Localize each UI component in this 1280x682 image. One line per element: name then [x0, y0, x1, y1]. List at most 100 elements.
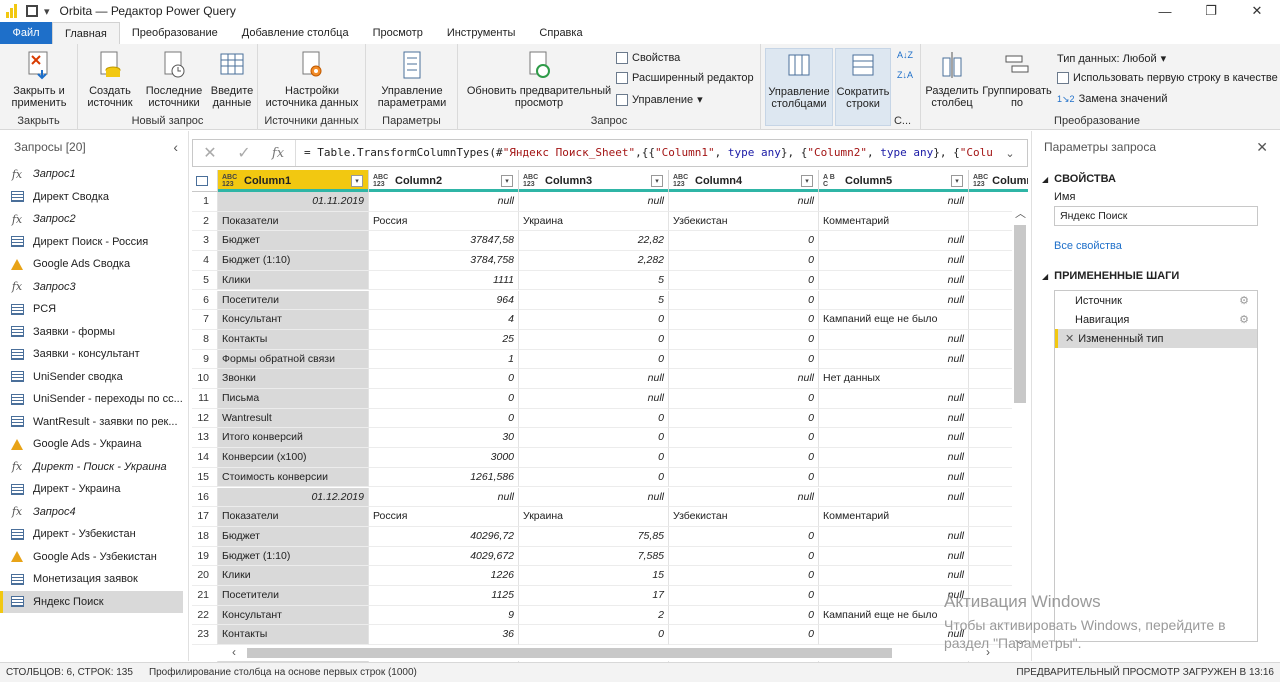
- column-type-icon[interactable]: A B C: [823, 174, 841, 188]
- table-cell[interactable]: 0: [519, 467, 669, 488]
- table-cell[interactable]: 0: [519, 310, 669, 330]
- tab-view[interactable]: Просмотр: [361, 22, 435, 44]
- query-name-input[interactable]: Яндекс Поиск: [1054, 206, 1258, 226]
- data-type-dropdown[interactable]: Тип данных: Любой ▾: [1057, 52, 1166, 66]
- column-type-icon[interactable]: ABC 123: [373, 174, 391, 188]
- table-cell[interactable]: 9: [369, 605, 519, 626]
- confirm-formula-icon[interactable]: ✓: [227, 143, 261, 163]
- sort-buttons[interactable]: A↓Z Z↓A: [897, 50, 913, 80]
- applied-step[interactable]: Источник ⚙: [1055, 291, 1257, 310]
- applied-step[interactable]: ✕ Измененный тип: [1055, 329, 1257, 348]
- table-cell[interactable]: 0: [519, 329, 669, 350]
- applied-steps-section[interactable]: ◢ ПРИМЕНЕННЫЕ ШАГИ: [1042, 270, 1280, 282]
- table-cell[interactable]: 4: [369, 310, 519, 330]
- table-cell[interactable]: Контакты: [218, 329, 369, 350]
- gear-icon[interactable]: ⚙: [1239, 294, 1249, 307]
- table-cell[interactable]: Клики: [218, 566, 369, 586]
- table-cell[interactable]: null: [819, 408, 969, 429]
- table-cell[interactable]: 964: [369, 290, 519, 311]
- fx-icon[interactable]: fx: [261, 146, 295, 161]
- table-cell[interactable]: 0: [669, 408, 819, 429]
- minimize-button[interactable]: —: [1142, 0, 1188, 22]
- table-cell[interactable]: Украина: [519, 211, 669, 232]
- column-type-icon[interactable]: ABC 123: [973, 174, 988, 188]
- table-cell[interactable]: null: [819, 487, 969, 508]
- table-cell[interactable]: null: [669, 369, 819, 389]
- table-cell[interactable]: 36: [369, 625, 519, 646]
- table-cell[interactable]: 0: [669, 546, 819, 567]
- table-cell[interactable]: Показатели: [218, 211, 369, 232]
- table-cell[interactable]: 17: [519, 586, 669, 606]
- table-cell[interactable]: null: [519, 192, 669, 212]
- query-item[interactable]: Директ Поиск - Россия: [0, 231, 188, 254]
- vertical-scrollbar[interactable]: ︿ ﹀: [1012, 205, 1028, 653]
- applied-step[interactable]: Навигация ⚙: [1055, 310, 1257, 329]
- close-apply-button[interactable]: Закрыть и применить: [4, 48, 74, 109]
- cancel-formula-icon[interactable]: ✕: [193, 143, 227, 163]
- table-cell[interactable]: Стоимость конверсии: [218, 467, 369, 488]
- table-cell[interactable]: 0: [669, 605, 819, 626]
- table-cell[interactable]: Формы обратной связи: [218, 349, 369, 370]
- query-item[interactable]: UniSender - переходы по сс...: [0, 388, 188, 411]
- table-cell[interactable]: Бюджет: [218, 526, 369, 547]
- table-cell[interactable]: null: [819, 546, 969, 567]
- query-item[interactable]: Монетизация заявок: [0, 568, 188, 591]
- table-menu-icon[interactable]: [192, 170, 218, 192]
- scroll-left-icon[interactable]: ‹: [232, 645, 236, 659]
- query-item[interactable]: fx Директ - Поиск - Украина: [0, 456, 188, 479]
- enter-data-button[interactable]: Введите данные: [210, 48, 254, 109]
- table-cell[interactable]: null: [819, 467, 969, 488]
- table-cell[interactable]: Клики: [218, 270, 369, 291]
- table-cell[interactable]: null: [819, 448, 969, 468]
- table-cell[interactable]: Россия: [369, 507, 519, 527]
- replace-values-button[interactable]: 1↘2 Замена значений: [1057, 93, 1167, 105]
- gear-icon[interactable]: ⚙: [1239, 313, 1249, 326]
- vertical-scroll-thumb[interactable]: [1014, 225, 1026, 403]
- query-item[interactable]: fx Запрос1: [0, 163, 188, 186]
- new-source-button[interactable]: Создать источник: [84, 48, 136, 109]
- table-cell[interactable]: Кампаний еще не было: [819, 310, 969, 330]
- table-cell[interactable]: 0: [519, 349, 669, 370]
- table-cell[interactable]: Нет данных: [819, 369, 969, 389]
- table-cell[interactable]: 0: [519, 448, 669, 468]
- table-cell[interactable]: 1261,586: [369, 467, 519, 488]
- table-cell[interactable]: 4029,672: [369, 546, 519, 567]
- table-cell[interactable]: Контакты: [218, 625, 369, 646]
- table-cell[interactable]: 22,82: [519, 231, 669, 252]
- table-cell[interactable]: null: [669, 192, 819, 212]
- table-cell[interactable]: Бюджет (1:10): [218, 251, 369, 271]
- column-type-icon[interactable]: ABC 123: [222, 174, 240, 188]
- datasource-settings-button[interactable]: Настройки источника данных: [264, 48, 360, 109]
- table-cell[interactable]: null: [819, 192, 969, 212]
- table-cell[interactable]: Посетители: [218, 290, 369, 311]
- table-cell[interactable]: 0: [519, 428, 669, 449]
- collapse-pane-icon[interactable]: ‹: [173, 139, 178, 155]
- table-cell[interactable]: 0: [669, 349, 819, 370]
- table-cell[interactable]: null: [669, 487, 819, 508]
- formula-input[interactable]: = Table.TransformColumnTypes(#"Яндекс По…: [295, 140, 993, 166]
- query-item[interactable]: Заявки - формы: [0, 321, 188, 344]
- table-cell[interactable]: 0: [669, 251, 819, 271]
- tab-add-column[interactable]: Добавление столбца: [230, 22, 361, 44]
- filter-dropdown-icon[interactable]: ▾: [351, 174, 363, 187]
- query-item[interactable]: WantResult - заявки по рек...: [0, 411, 188, 434]
- table-cell[interactable]: 25: [369, 329, 519, 350]
- table-cell[interactable]: Показатели: [218, 507, 369, 527]
- filter-dropdown-icon[interactable]: ▾: [651, 174, 663, 187]
- query-item[interactable]: Заявки - консультант: [0, 343, 188, 366]
- expand-formula-icon[interactable]: ⌄: [993, 147, 1027, 160]
- table-cell[interactable]: null: [819, 329, 969, 350]
- group-by-button[interactable]: Группировать по: [981, 48, 1053, 109]
- table-cell[interactable]: Письма: [218, 389, 369, 409]
- manage-columns-button[interactable]: Управление столбцами: [765, 48, 833, 126]
- column-type-icon[interactable]: ABC 123: [523, 174, 541, 188]
- tab-home[interactable]: Главная: [52, 22, 120, 44]
- table-cell[interactable]: Бюджет: [218, 231, 369, 252]
- table-cell[interactable]: 1226: [369, 566, 519, 586]
- table-cell[interactable]: null: [369, 487, 519, 508]
- refresh-preview-button[interactable]: Обновить предварительный просмотр: [464, 48, 614, 109]
- table-cell[interactable]: Консультант: [218, 605, 369, 626]
- table-cell[interactable]: null: [819, 526, 969, 547]
- query-item[interactable]: Google Ads - Узбекистан: [0, 546, 188, 569]
- query-item[interactable]: Директ Сводка: [0, 186, 188, 209]
